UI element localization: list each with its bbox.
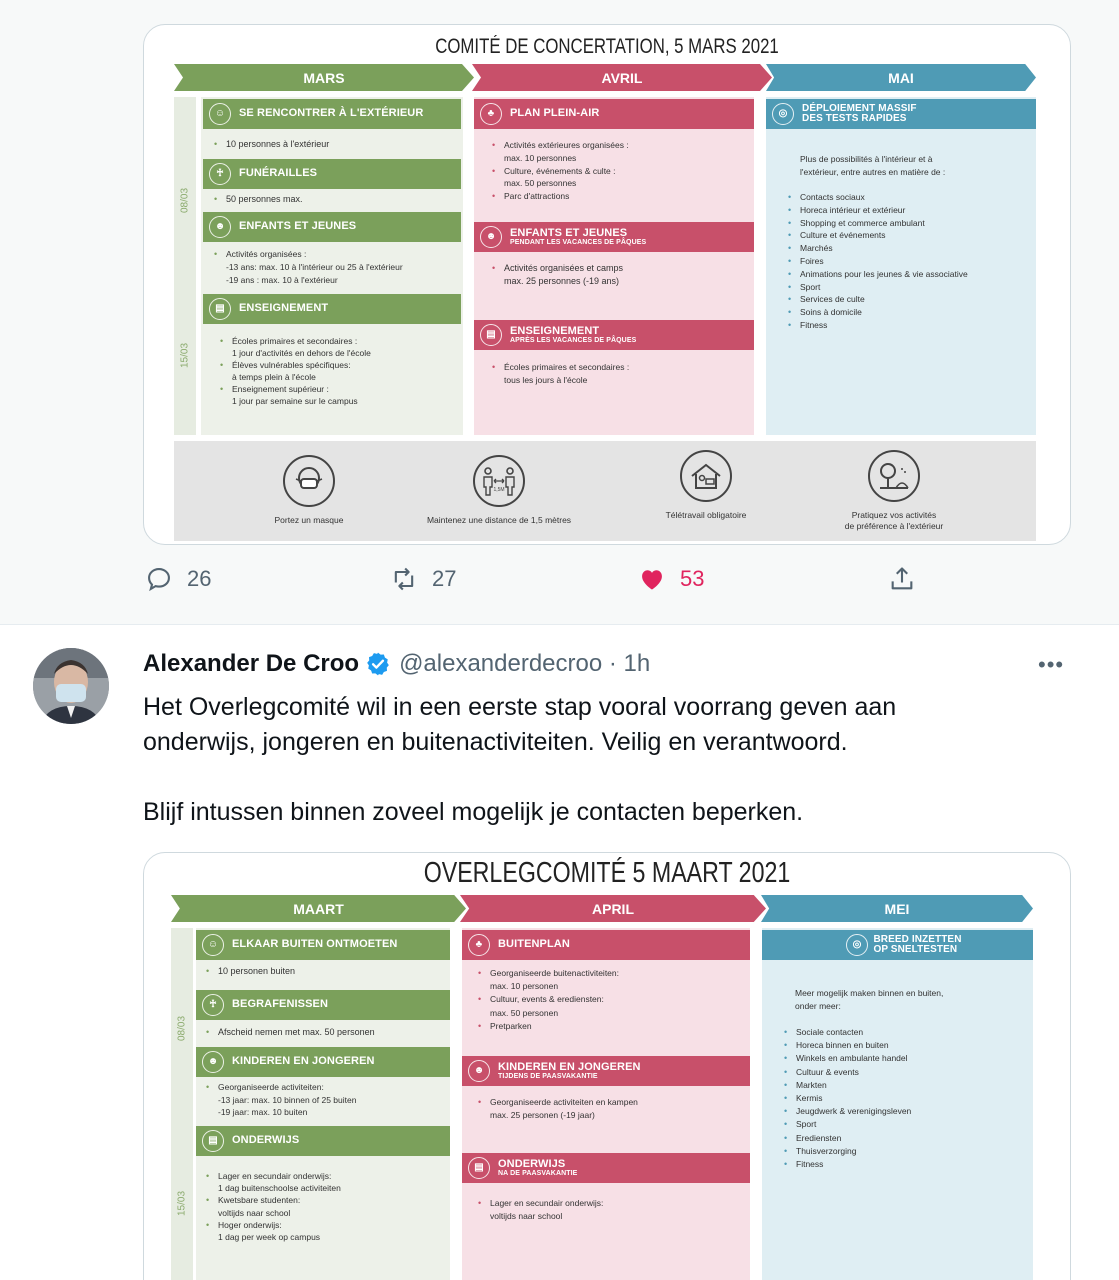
like-count: 53	[680, 566, 705, 591]
section-header: ◎ BREED INZETTEN OP SNELTESTEN	[762, 930, 1033, 960]
pictogram: Portez un masque	[219, 455, 399, 526]
bullet-list: Sociale contacten Horeca binnen en buite…	[784, 1026, 1024, 1171]
people-icon: ☺	[209, 103, 231, 125]
heart-icon	[642, 570, 662, 590]
bullet-list: Activités extérieures organisées : max. …	[492, 139, 747, 203]
month-april: APRIL	[460, 895, 766, 922]
section-header: ☺ SE RENCONTRER À L'EXTÉRIEUR	[203, 99, 461, 129]
month-avril: AVRIL	[472, 64, 772, 91]
reply-icon	[148, 568, 170, 592]
bullet-list: Georganiseerde activiteiten en kampen ma…	[478, 1096, 743, 1122]
infographic-fr[interactable]: COMITÉ DE CONCERTATION, 5 MARS 2021 MARS…	[143, 24, 1071, 545]
pictogram: Pratiquez vos activités de préférence à …	[804, 450, 984, 532]
bullet-list: Georganiseerde buitenactiviteiten: max. …	[478, 967, 743, 1033]
home-work-icon	[680, 450, 732, 502]
bullet-list: 10 personen buiten	[206, 965, 446, 978]
bullet-list: Écoles primaires et secondaires : tous l…	[492, 361, 747, 386]
test-icon: ◎	[772, 103, 794, 125]
children-icon: ☻	[468, 1060, 490, 1082]
section-header: ♰ BEGRAFENISSEN	[196, 990, 450, 1020]
bullet-list: Afscheid nemen met max. 50 personen	[206, 1026, 446, 1039]
infographic-nl[interactable]: OVERLEGCOMITÉ 5 MAART 2021 MAART APRIL M…	[143, 852, 1071, 1280]
share-icon	[891, 567, 913, 590]
tweet-actions: 26 27 53	[0, 565, 1119, 605]
section-header: ▤ ENSEIGNEMENT	[203, 294, 461, 324]
month-mei: MEI	[761, 895, 1033, 922]
bullet-list: Lager en secundair onderwijs: 1 dag buit…	[206, 1170, 446, 1243]
bullet-list: 10 personnes à l'extérieur	[214, 138, 454, 151]
date-bar	[174, 97, 196, 435]
bullet-list: Activités organisées et camps max. 25 pe…	[492, 262, 747, 288]
bullet-list: 50 personnes max.	[214, 193, 454, 206]
date-bar	[171, 928, 193, 1280]
author-handle-time[interactable]: @alexanderdecroo · 1h	[399, 650, 650, 678]
section-header: ♣ BUITENPLAN	[462, 930, 750, 960]
section-header: ☻ KINDEREN EN JONGEREN TIJDENS DE PAASVAKA…	[462, 1056, 750, 1086]
bullet-list: Écoles primaires et secondaires : 1 jour…	[220, 335, 455, 407]
pictogram: 1,5M Maintenez une distance de 1,5 mètre…	[409, 455, 589, 526]
infographic-title: COMITÉ DE CONCERTATION, 5 MARS 2021	[435, 35, 779, 58]
distance-icon: 1,5M	[473, 455, 525, 507]
twitter-timeline: COMITÉ DE CONCERTATION, 5 MARS 2021 MARS…	[0, 0, 1119, 1280]
author-name[interactable]: Alexander De Croo	[143, 650, 359, 678]
mask-icon	[283, 455, 335, 507]
candle-icon: ♰	[202, 994, 224, 1016]
retweet-count: 27	[432, 566, 457, 591]
avatar[interactable]	[33, 648, 109, 724]
date-label: 15/03	[176, 1190, 188, 1217]
pictogram: Télétravail obligatoire	[616, 450, 796, 521]
month-maart: MAART	[171, 895, 466, 922]
svg-text:1,5M: 1,5M	[493, 487, 504, 493]
section-header: ▤ ONDERWIJS	[196, 1126, 450, 1156]
outdoor-icon	[868, 450, 920, 502]
children-icon: ☻	[209, 216, 231, 238]
intro-text: Plus de possibilités à l'intérieur et à …	[800, 154, 946, 177]
month-mars: MARS	[174, 64, 474, 91]
like-button[interactable]: 53	[638, 565, 704, 593]
bullet-list: Lager en secundair onderwijs: voltijds n…	[478, 1197, 743, 1223]
bullet-list: Contacts sociaux Horeca intérieur et ext…	[788, 191, 1028, 332]
section-header: ☺ ELKAAR BUITEN ONTMOETEN	[196, 930, 450, 960]
section-header: ▤ ENSEIGNEMENT APRÈS LES VACANCES DE PÂQUE…	[474, 320, 754, 350]
book-icon: ▤	[468, 1157, 490, 1179]
infographic-title: OVERLEGCOMITÉ 5 MAART 2021	[423, 857, 791, 889]
children-icon: ☻	[202, 1051, 224, 1073]
retweet-button[interactable]: 27	[390, 565, 456, 593]
test-icon: ◎	[846, 934, 868, 956]
section-header: ♣ PLAN PLEIN-AIR	[474, 99, 754, 129]
section-header: ◎ DÉPLOIEMENT MASSIF DES TESTS RAPIDES	[766, 99, 1036, 129]
section-header: ☻ ENFANTS ET JEUNES	[203, 212, 461, 242]
reply-button[interactable]: 26	[145, 565, 211, 593]
date-label: 08/03	[179, 187, 191, 214]
section-header: ▤ ONDERWIJS NA DE PAASVAKANTIE	[462, 1153, 750, 1183]
more-options-button[interactable]: •••	[1038, 652, 1064, 678]
book-icon: ▤	[202, 1130, 224, 1152]
tweet-text: Het Overlegcomité wil in een eerste stap…	[143, 693, 897, 826]
bullet-list: Georganiseerde activiteiten: -13 jaar: m…	[206, 1081, 446, 1119]
bullet-list: Activités organisées : -13 ans: max. 10 …	[214, 248, 459, 286]
date-label: 08/03	[176, 1015, 188, 1042]
children-icon: ☻	[480, 226, 502, 248]
intro-text: Meer mogelijk maken binnen en buiten, on…	[795, 988, 944, 1011]
verified-badge-icon	[367, 652, 389, 676]
reply-count: 26	[187, 566, 212, 591]
previous-tweet[interactable]: COMITÉ DE CONCERTATION, 5 MARS 2021 MARS…	[0, 0, 1119, 625]
tweet-author: Alexander De Croo @alexanderdecroo · 1h	[143, 650, 650, 678]
park-icon: ♣	[468, 934, 490, 956]
book-icon: ▤	[209, 298, 231, 320]
share-button[interactable]	[888, 565, 916, 593]
date-label: 15/03	[179, 342, 191, 369]
park-icon: ♣	[480, 103, 502, 125]
section-header: ♰ FUNÉRAILLES	[203, 159, 461, 189]
section-header: ☻ KINDEREN EN JONGEREN	[196, 1047, 450, 1077]
people-icon: ☺	[202, 934, 224, 956]
book-icon: ▤	[480, 324, 502, 346]
section-header: ☻ ENFANTS ET JEUNES PENDANT LES VACANCES D…	[474, 222, 754, 252]
month-mai: MAI	[766, 64, 1036, 91]
candle-icon: ♰	[209, 163, 231, 185]
retweet-icon	[394, 567, 414, 591]
